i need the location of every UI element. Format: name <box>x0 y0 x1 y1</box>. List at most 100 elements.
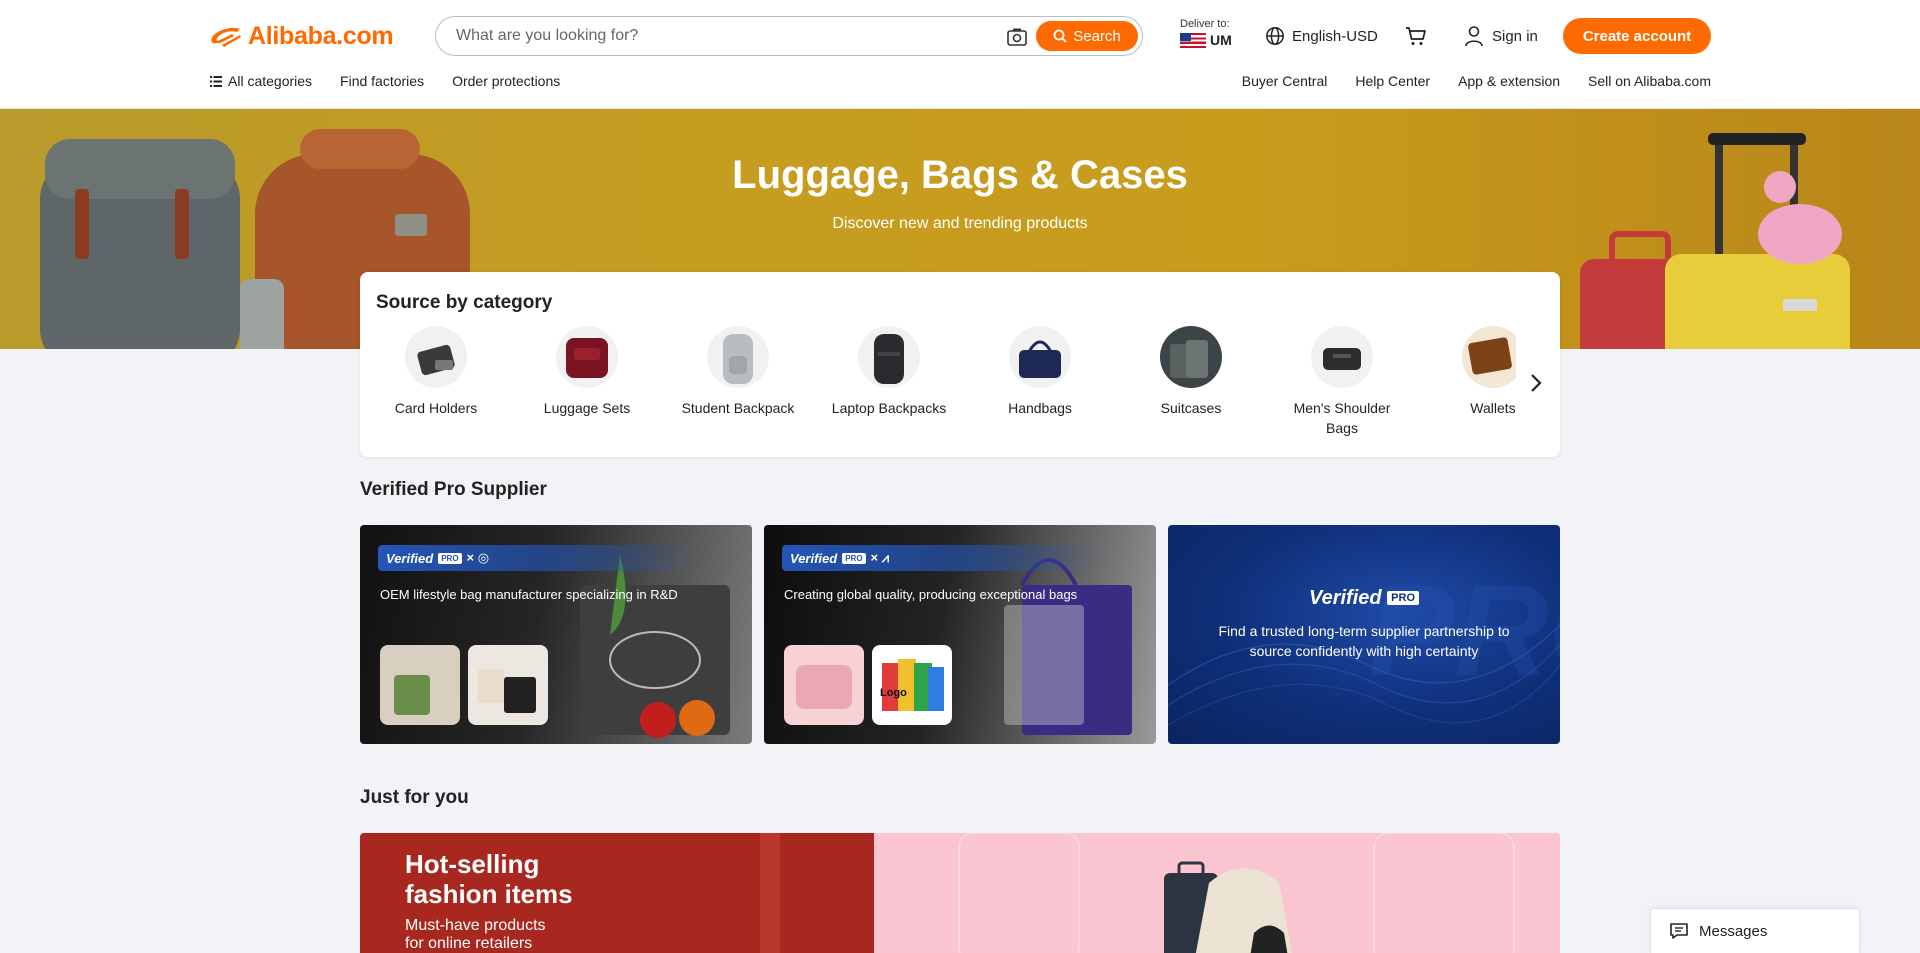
handbag-icon <box>1009 326 1071 388</box>
search-input[interactable] <box>456 25 976 47</box>
supplier-description: OEM lifestyle bag manufacturer specializ… <box>380 587 678 602</box>
hot-selling-banner[interactable]: Hot-selling fashion items Must-have prod… <box>360 833 1560 953</box>
category-luggage-sets[interactable]: Luggage Sets <box>527 326 647 418</box>
pro-tag: PRO <box>438 552 462 564</box>
sign-in-label: Sign in <box>1492 27 1538 45</box>
user-icon <box>1465 26 1483 47</box>
verified-badge-text: Verified <box>790 550 838 566</box>
banner-left-panel: Hot-selling fashion items Must-have prod… <box>360 833 874 953</box>
verified-pro-badge: Verified PRO × ⩘ <box>782 545 1102 571</box>
us-flag-icon <box>1180 32 1206 48</box>
supplier-product-thumbnail[interactable] <box>380 645 460 725</box>
supplier-product-thumbnail[interactable] <box>468 645 548 725</box>
banner-title: Hot-selling fashion items <box>405 849 573 909</box>
nav-buyer-central[interactable]: Buyer Central <box>1242 73 1328 89</box>
search-button-label: Search <box>1073 27 1121 45</box>
category-label: Card Holders <box>394 400 478 416</box>
nav-sell-on-alibaba[interactable]: Sell on Alibaba.com <box>1588 73 1711 89</box>
category-carousel: Card Holders Luggage Sets Student Backpa… <box>376 326 1516 446</box>
verified-pro-section-title: Verified Pro Supplier <box>360 479 547 500</box>
verified-supplier-card[interactable]: Verified PRO × ◎ OEM lifestyle bag manuf… <box>360 525 752 744</box>
category-label: Laptop Backpacks <box>831 400 947 416</box>
menu-icon <box>210 75 222 87</box>
banner-subtitle: Must-have products for online retailers <box>405 917 546 953</box>
student-backpack-icon <box>707 326 769 388</box>
supplier-product-thumbnail[interactable] <box>784 645 864 725</box>
chat-icon <box>1670 923 1688 939</box>
logo-text: Alibaba.com <box>248 21 394 50</box>
hero-title: Luggage, Bags & Cases <box>732 153 1188 197</box>
messages-widget[interactable]: Messages <box>1650 908 1860 953</box>
category-label: Luggage Sets <box>543 400 631 416</box>
deliver-to-label: Deliver to: <box>1180 18 1230 30</box>
search-bar: Search <box>435 16 1143 56</box>
messages-label: Messages <box>1699 922 1768 940</box>
category-mens-shoulder-bags[interactable]: Men's Shoulder Bags <box>1282 326 1402 438</box>
hero-subtitle: Discover new and trending products <box>832 215 1088 232</box>
logo-text-label: Logo <box>880 687 907 699</box>
verified-supplier-card[interactable]: Verified PRO × ⩘ Creating global quality… <box>764 525 1156 744</box>
partner-logo-icon: × ◎ <box>466 550 490 565</box>
nav-find-factories[interactable]: Find factories <box>340 73 424 89</box>
primary-nav: All categories Find factories Order prot… <box>210 73 560 89</box>
banner-product-photo <box>958 833 1515 953</box>
language-label: English-USD <box>1292 27 1378 45</box>
category-wallets[interactable]: Wallets <box>1433 326 1516 418</box>
nav-all-categories[interactable]: All categories <box>210 73 312 89</box>
category-suitcases[interactable]: Suitcases <box>1131 326 1251 418</box>
sign-in-link[interactable]: Sign in <box>1464 24 1538 48</box>
nav-help-center[interactable]: Help Center <box>1355 73 1430 89</box>
category-card-holders[interactable]: Card Holders <box>376 326 496 418</box>
just-for-you-title: Just for you <box>360 787 469 808</box>
laptop-backpack-icon <box>858 326 920 388</box>
verified-badge-text: Verified <box>386 550 434 566</box>
nav-app-extension[interactable]: App & extension <box>1458 73 1560 89</box>
shoulder-bag-icon <box>1311 326 1373 388</box>
source-by-category-title: Source by category <box>376 292 553 313</box>
banner-title-line-2: fashion items <box>405 879 573 909</box>
search-icon <box>1053 29 1067 43</box>
wallet-icon <box>1462 326 1516 388</box>
category-laptop-backpacks[interactable]: Laptop Backpacks <box>829 326 949 418</box>
banner-right-panel <box>874 833 1560 953</box>
camera-search-icon[interactable] <box>1006 26 1028 48</box>
verified-pro-logo: Verified PRO <box>1168 587 1560 610</box>
suitcase-icon <box>1160 326 1222 388</box>
card-holder-icon <box>405 326 467 388</box>
verified-pro-promo-card[interactable]: PRO Verified PRO Find a trusted long-ter… <box>1168 525 1560 744</box>
verified-pro-badge: Verified PRO × ◎ <box>378 545 698 571</box>
banner-subtitle-line-1: Must-have products <box>405 917 546 934</box>
carousel-next-button[interactable] <box>1528 371 1544 395</box>
category-label: Handbags <box>1008 400 1072 416</box>
supplier-product-thumbnail[interactable]: Logo <box>872 645 952 725</box>
category-handbags[interactable]: Handbags <box>980 326 1100 418</box>
banner-subtitle-line-2: for online retailers <box>405 935 533 952</box>
supplier-description: Creating global quality, producing excep… <box>784 587 1078 602</box>
promo-description: Find a trusted long-term supplier partne… <box>1218 623 1510 659</box>
alibaba-logo-icon <box>211 28 241 47</box>
globe-icon <box>1266 27 1284 45</box>
secondary-nav: Buyer Central Help Center App & extensio… <box>1242 73 1711 89</box>
nav-all-categories-label: All categories <box>228 73 313 89</box>
language-currency-selector[interactable]: English-USD <box>1265 24 1378 48</box>
category-label: Student Backpack <box>681 400 795 416</box>
deliver-country-code: UM <box>1210 32 1232 48</box>
luggage-set-icon <box>556 326 618 388</box>
cart-icon[interactable] <box>1404 24 1428 48</box>
category-label: Suitcases <box>1160 400 1222 416</box>
category-label: Wallets <box>1470 400 1516 416</box>
source-by-category-card: Source by category Card Holders Luggage … <box>360 272 1560 457</box>
search-button[interactable]: Search <box>1036 21 1138 51</box>
partner-logo-icon: × ⩘ <box>870 550 890 565</box>
category-student-backpack[interactable]: Student Backpack <box>678 326 798 418</box>
banner-title-line-1: Hot-selling <box>405 849 540 879</box>
verified-logo-text: Verified <box>1308 587 1382 609</box>
nav-order-protections[interactable]: Order protections <box>452 73 560 89</box>
site-header: Alibaba.com Search Deliver to: UM <box>0 0 1920 109</box>
pro-tag: PRO <box>842 552 866 564</box>
banner-stripe <box>760 833 780 953</box>
deliver-to-selector[interactable]: Deliver to: UM <box>1180 18 1240 54</box>
chevron-right-icon <box>1531 374 1542 392</box>
create-account-button[interactable]: Create account <box>1563 18 1711 54</box>
alibaba-logo[interactable]: Alibaba.com <box>210 20 394 52</box>
